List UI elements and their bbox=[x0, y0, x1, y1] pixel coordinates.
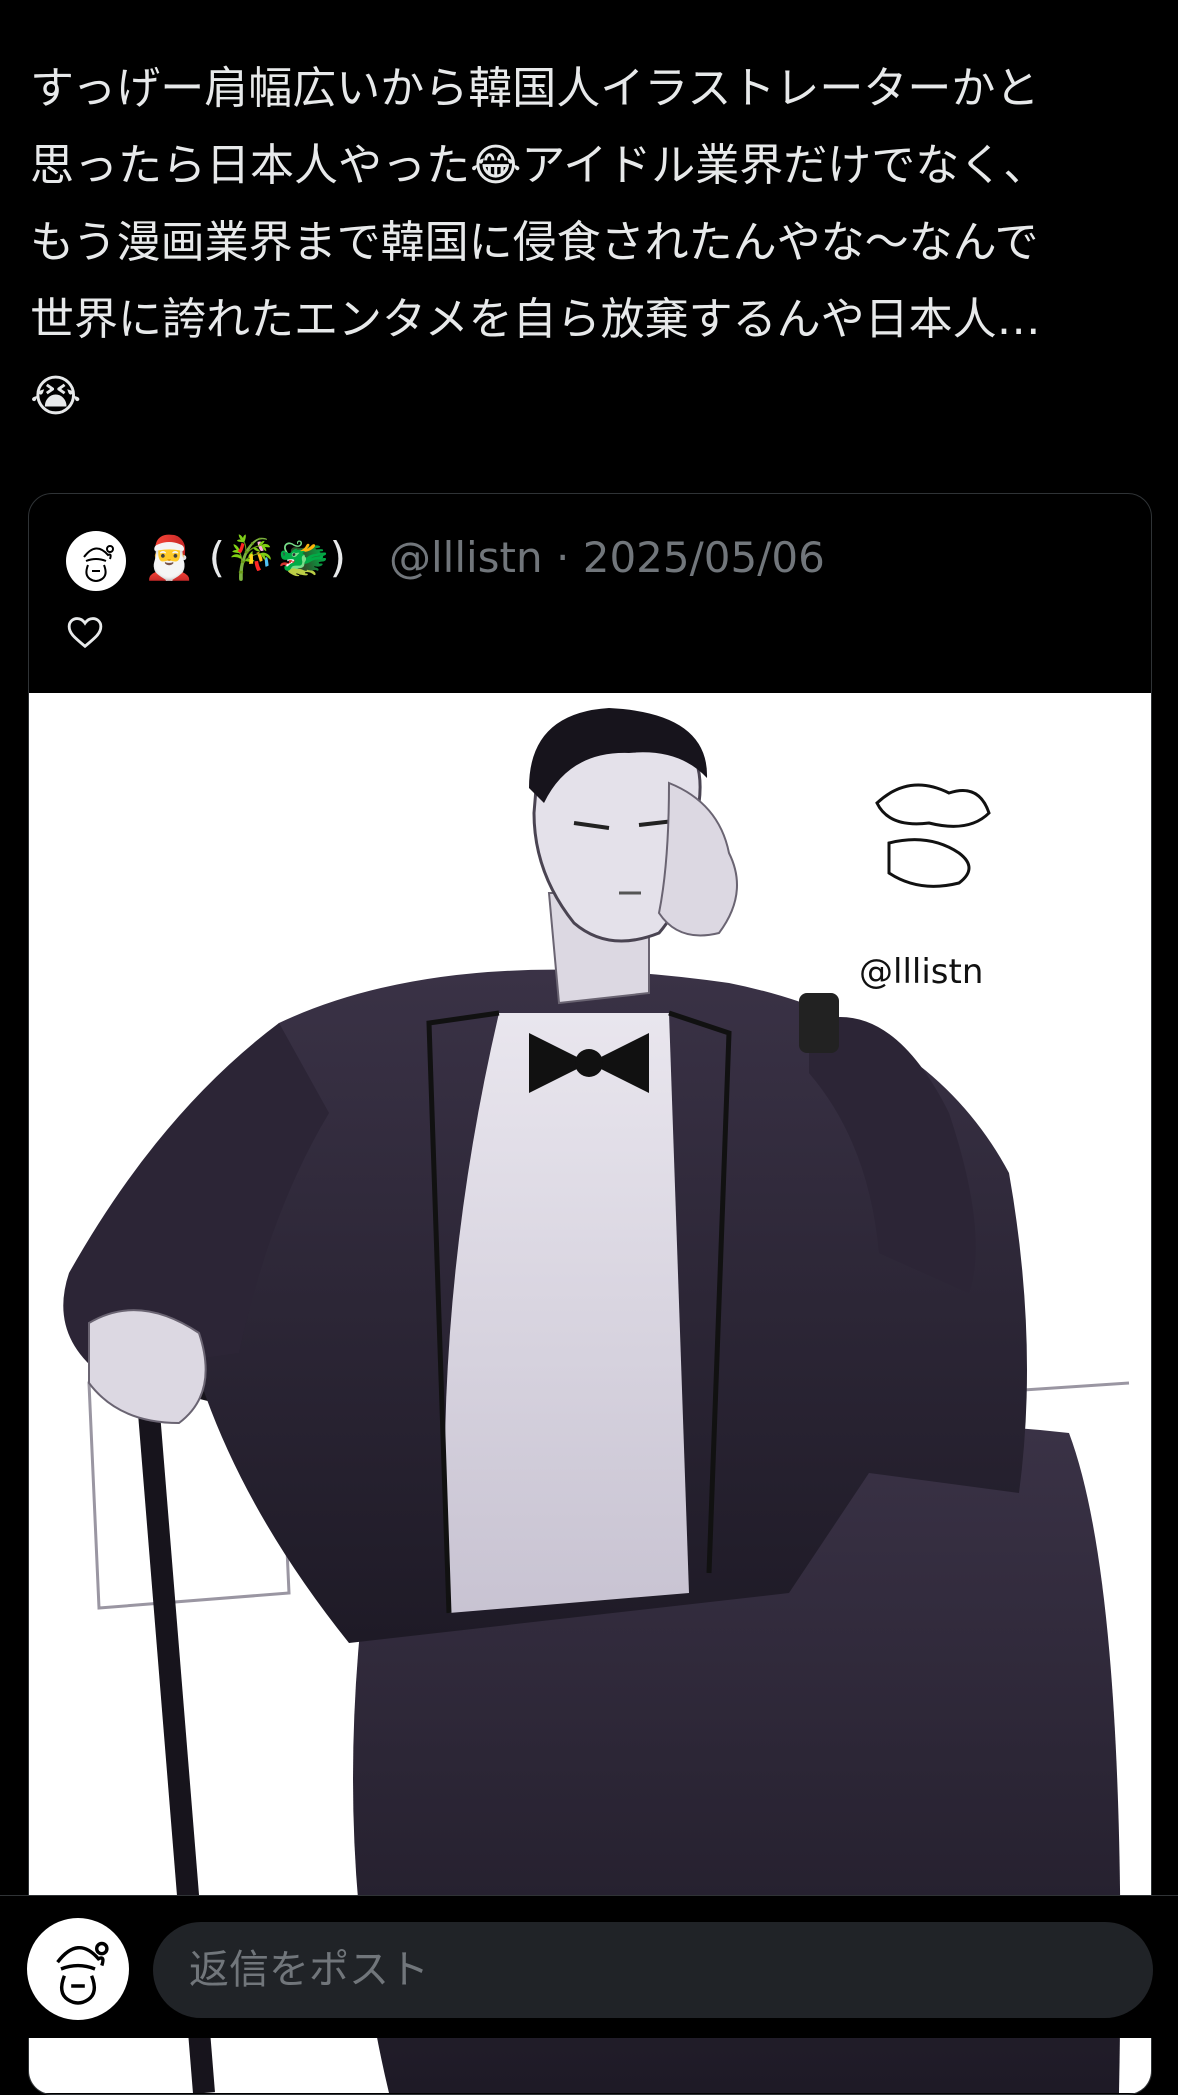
quoted-user-meta: @lllistn · 2025/05/06 bbox=[389, 528, 825, 588]
heart-outline-icon[interactable] bbox=[66, 614, 104, 650]
meta-separator: · bbox=[556, 533, 570, 582]
quoted-post-header: 🎅 (🎋🐲) @lllistn · 2025/05/06 bbox=[29, 494, 1151, 694]
post-text-line: 😭 bbox=[30, 371, 82, 422]
post-text-line: もう漫画業界まで韓国に侵食されたんやな〜なんで bbox=[30, 217, 1039, 268]
quoted-post-card[interactable]: 🎅 (🎋🐲) @lllistn · 2025/05/06 @lllistn bbox=[28, 493, 1152, 2095]
post-text: すっげー肩幅広いから韓国人イラストレーターかと 思ったら日本人やった😂アイドル業… bbox=[30, 50, 1150, 435]
santa-doodle-icon bbox=[83, 545, 114, 582]
quoted-user-display-name[interactable]: 🎅 (🎋🐲) bbox=[143, 528, 346, 588]
santa-doodle-icon bbox=[56, 1941, 109, 2005]
reply-input[interactable] bbox=[153, 1922, 1153, 2018]
post-text-line: すっげー肩幅広いから韓国人イラストレーターかと bbox=[30, 63, 1040, 114]
artwork-signature-text: @lllistn bbox=[859, 952, 983, 992]
quoted-post-artwork[interactable]: @lllistn bbox=[29, 693, 1151, 2094]
man-in-tuxedo-illustration: @lllistn bbox=[63, 708, 1130, 2094]
quoted-user-avatar[interactable] bbox=[66, 531, 126, 591]
post-text-line: 世界に誇れたエンタメを自ら放棄するんや日本人… bbox=[30, 294, 1041, 345]
current-user-avatar[interactable] bbox=[27, 1918, 129, 2020]
quoted-user-handle[interactable]: @lllistn bbox=[389, 533, 543, 582]
post-text-line: 思ったら日本人やった😂アイドル業界だけでなく、 bbox=[30, 140, 1048, 191]
quoted-post-date[interactable]: 2025/05/06 bbox=[583, 533, 825, 582]
reply-bar bbox=[0, 1895, 1178, 2038]
